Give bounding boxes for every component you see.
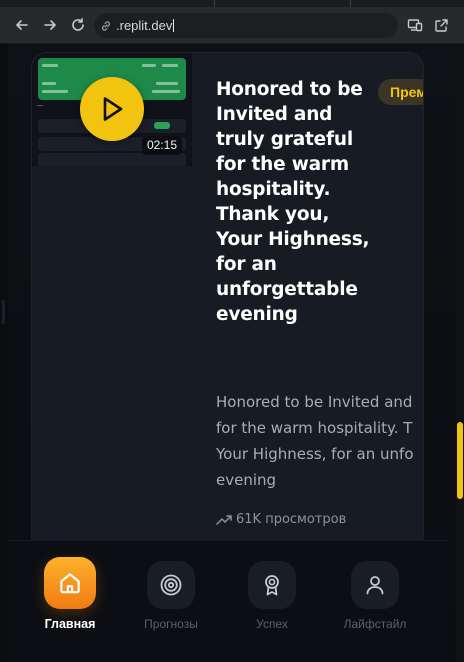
- link-icon: [102, 20, 110, 31]
- external-link-icon: [434, 18, 448, 32]
- nav-item-home[interactable]: Главная: [25, 557, 115, 631]
- video-description: Honored to be Invited and for the warm h…: [216, 389, 423, 493]
- trending-up-icon: [216, 514, 232, 525]
- resize-handle[interactable]: [2, 300, 5, 324]
- back-button[interactable]: [11, 14, 33, 36]
- target-icon: [160, 574, 182, 596]
- video-duration: 02:15: [142, 136, 183, 155]
- view-count-text: 61K просмотров: [236, 512, 347, 527]
- premium-badge: Прем: [378, 79, 423, 105]
- nav-icon-box: [248, 561, 296, 609]
- nav-item-success[interactable]: Успех: [227, 561, 317, 631]
- play-icon: [103, 97, 123, 121]
- browser-toolbar: .replit.dev: [0, 7, 464, 44]
- page-viewport: — 02:15 Прем Honored to be Invited and t…: [0, 45, 464, 662]
- nav-item-lifestyle[interactable]: Лайфстайл: [330, 561, 420, 631]
- text-caret: [173, 19, 175, 32]
- devices-icon: [407, 19, 423, 32]
- address-bar[interactable]: .replit.dev: [94, 13, 398, 38]
- description-line: for the warm hospitality. T: [216, 419, 413, 437]
- home-icon: [60, 573, 80, 594]
- video-thumbnail[interactable]: — 02:15: [32, 53, 192, 166]
- forward-button[interactable]: [39, 14, 61, 36]
- side-panel-edge: [0, 45, 8, 662]
- open-external-button[interactable]: [430, 14, 452, 36]
- video-card[interactable]: — 02:15 Прем Honored to be Invited and t…: [31, 52, 424, 552]
- scrollbar-thumb[interactable]: [457, 422, 463, 499]
- description-line: Honored to be Invited and: [216, 393, 413, 411]
- description-line: Your Highness, for an unfo: [216, 445, 414, 463]
- nav-label-lifestyle: Лайфстайл: [343, 617, 407, 631]
- thumbnail-pill: [154, 122, 170, 129]
- scrollbar-track[interactable]: [456, 45, 464, 662]
- device-toggle-button[interactable]: [404, 14, 426, 36]
- bottom-navigation: Главная Прогнозы Успех Лайфстайл: [8, 540, 448, 662]
- tab-strip: [0, 0, 464, 7]
- play-button[interactable]: [80, 77, 144, 141]
- nav-icon-box: [351, 561, 399, 609]
- reload-button[interactable]: [67, 14, 89, 36]
- award-icon: [265, 575, 279, 596]
- arrow-right-icon: [44, 20, 56, 30]
- view-count: 61K просмотров: [216, 512, 346, 527]
- user-icon: [366, 576, 384, 595]
- nav-label-forecasts: Прогнозы: [144, 617, 198, 631]
- nav-label-success: Успех: [256, 617, 288, 631]
- url-text: .replit.dev: [116, 18, 173, 33]
- nav-icon-box: [44, 557, 96, 609]
- description-line: evening: [216, 471, 277, 489]
- tab-divider: [350, 0, 351, 7]
- thumbnail-label: —: [37, 103, 43, 109]
- nav-icon-box: [147, 561, 195, 609]
- tab-divider: [214, 0, 215, 7]
- nav-label-home: Главная: [44, 617, 96, 631]
- reload-icon: [72, 18, 84, 31]
- arrow-left-icon: [16, 20, 28, 30]
- video-title[interactable]: Honored to be Invited and truly grateful…: [216, 77, 376, 327]
- nav-item-forecasts[interactable]: Прогнозы: [126, 561, 216, 631]
